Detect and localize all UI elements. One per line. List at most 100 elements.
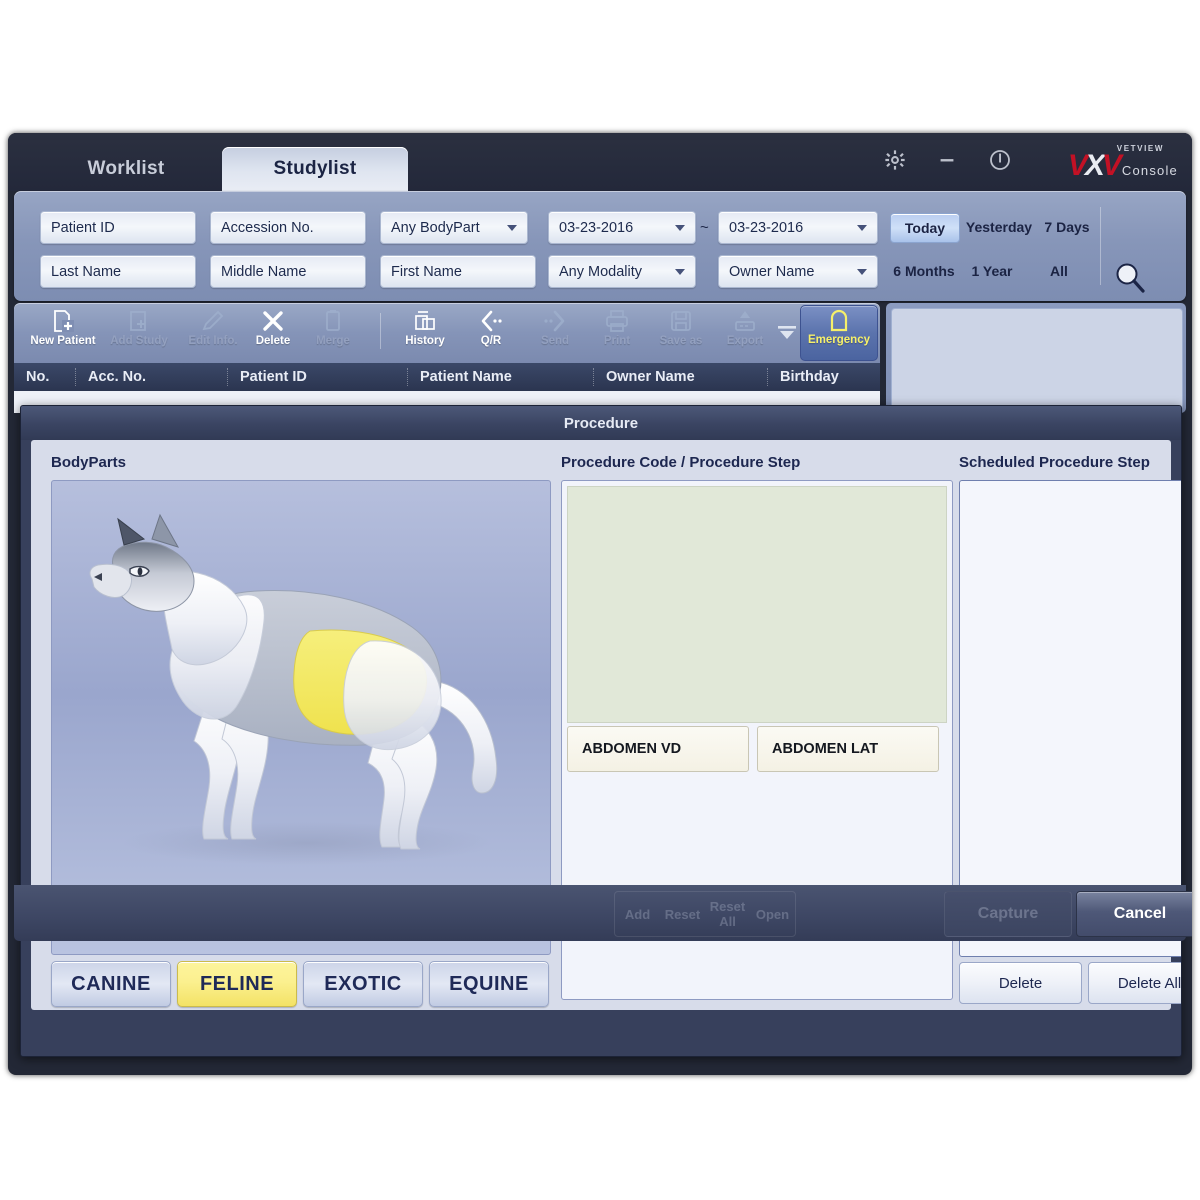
toolbar-send[interactable]: Send [522,307,588,359]
species-button-feline[interactable]: FELINE [177,961,297,1007]
logo-x: X [1084,149,1105,182]
quick-range-1year[interactable]: 1 Year [964,257,1020,285]
tab-studylist-label: Studylist [273,158,357,179]
toolbar-emergency[interactable]: Emergency [800,305,878,361]
toolbar-merge[interactable]: Merge [300,307,366,359]
toolbar-add-study[interactable]: Add Study [106,307,172,359]
gear-icon[interactable] [884,149,906,171]
procedure-dialog-title-label: Procedure [563,414,639,432]
column-header-no[interactable]: No. [14,368,76,386]
column-header-patient-name[interactable]: Patient Name [408,368,594,386]
species-button-canine[interactable]: CANINE [51,961,171,1007]
search-first-name-value: First Name [391,263,462,280]
toolbar-export-label: Export [726,335,764,347]
quick-range-7days[interactable]: 7 Days [1038,213,1096,241]
toolbar-qr[interactable]: Q/R [458,307,524,359]
action-toolbar: New Patient Add Study Edit Info. Delete … [14,303,880,363]
toolbar-print[interactable]: Print [584,307,650,359]
toolbar-send-label: Send [540,335,570,347]
procedure-step-item[interactable]: ABDOMEN LAT [757,726,939,772]
quick-range-6months-label: 6 Months [893,263,955,279]
species-feline-label: FELINE [199,972,275,995]
procedure-dialog-title: Procedure [21,406,1181,440]
floppy-save-icon [668,307,694,335]
procedure-dialog: Procedure BodyParts CANINE FELINE EXOTIC… [20,405,1182,1057]
capture-button-label: Capture [977,905,1039,922]
date-range-separator: ~ [700,219,709,236]
species-button-exotic[interactable]: EXOTIC [303,961,423,1007]
reset-button[interactable]: Reset [660,907,705,922]
toolbar-edit-info-label: Edit Info. [188,335,238,347]
quick-range-all[interactable]: All [1036,257,1082,285]
search-modality-value: Any Modality [559,263,643,280]
column-header-acc-no[interactable]: Acc. No. [76,368,228,386]
preview-thumbnail-area[interactable] [891,308,1183,410]
toolbar-edit-info[interactable]: Edit Info. [180,307,246,359]
toolbar-new-patient-label: New Patient [30,335,96,347]
logo-wordmark: VXV [1068,151,1122,181]
quick-range-today[interactable]: Today [890,213,960,243]
title-bar: Worklist Studylist VETVIEW VXV Console [8,133,1192,191]
capture-button[interactable]: Capture [944,891,1072,937]
search-panel: Patient ID Accession No. Any BodyPart 03… [14,191,1186,318]
quick-range-all-label: All [1050,263,1068,279]
toolbar-delete-label: Delete [255,335,291,347]
search-select-date-to[interactable]: 03-23-2016 [718,211,878,244]
scheduled-procedure-step-label: Scheduled Procedure Step [959,454,1150,471]
preview-panel [886,303,1186,413]
cancel-button[interactable]: Cancel [1076,891,1192,937]
add-button[interactable]: Add [615,907,660,922]
procedure-step-item[interactable]: ABDOMEN VD [567,726,749,772]
tab-studylist[interactable]: Studylist [222,147,408,191]
search-select-date-from[interactable]: 03-23-2016 [548,211,696,244]
species-selector: CANINE FELINE EXOTIC EQUINE [51,961,549,1007]
quick-range-6months[interactable]: 6 Months [890,257,958,285]
search-patient-id-value: Patient ID [51,219,115,236]
search-input-first-name[interactable]: First Name [380,255,536,288]
toolbar-export[interactable]: Export [712,307,778,359]
column-header-birthday[interactable]: Birthday [768,368,878,386]
chevron-down-icon [507,224,517,231]
search-select-modality[interactable]: Any Modality [548,255,696,288]
toolbar-delete[interactable]: Delete [240,307,306,359]
quick-range-yesterday[interactable]: Yesterday [962,213,1036,241]
edit-info-icon [200,307,226,335]
minimize-icon[interactable] [936,149,958,171]
search-icon [1088,257,1172,301]
emergency-bell-icon [826,306,852,334]
search-input-last-name[interactable]: Last Name [40,255,196,288]
search-select-bodypart[interactable]: Any BodyPart [380,211,528,244]
toolbar-history[interactable]: History [392,307,458,359]
species-button-equine[interactable]: EQUINE [429,961,549,1007]
toolbar-merge-label: Merge [316,335,350,347]
toolbar-more-button[interactable] [776,321,798,343]
history-icon [412,307,438,335]
logo-superscript: VETVIEW [1116,144,1164,153]
search-input-patient-id[interactable]: Patient ID [40,211,196,244]
toolbar-new-patient[interactable]: New Patient [30,307,96,359]
bottom-bar: Add Reset Reset All Open Capture Cancel [14,885,1192,941]
export-icon [732,307,758,335]
search-select-owner-name[interactable]: Owner Name [718,255,878,288]
power-icon[interactable] [988,148,1012,172]
delete-button[interactable]: Delete [959,962,1082,1004]
bodyparts-label: BodyParts [51,454,127,471]
search-last-name-value: Last Name [51,263,122,280]
chevron-down-icon [675,224,685,231]
toolbar-save-as[interactable]: Save as [648,307,714,359]
delete-all-button[interactable]: Delete All [1088,962,1181,1004]
search-input-accession-no[interactable]: Accession No. [210,211,366,244]
delete-x-icon [260,307,286,335]
column-header-patient-id[interactable]: Patient ID [228,368,408,386]
toolbar-qr-label: Q/R [480,335,502,347]
bodyparts-image-panel[interactable]: ABDOMEN [51,480,551,955]
new-patient-icon [50,307,76,335]
logo-suffix: Console [1121,163,1178,178]
procedure-code-list-area[interactable] [567,486,947,723]
toolbar-print-label: Print [603,335,631,347]
open-button[interactable]: Open [750,907,795,922]
reset-all-button[interactable]: Reset All [705,899,750,929]
column-header-owner-name[interactable]: Owner Name [594,368,768,386]
search-input-middle-name[interactable]: Middle Name [210,255,366,288]
tab-worklist[interactable]: Worklist [16,147,236,191]
